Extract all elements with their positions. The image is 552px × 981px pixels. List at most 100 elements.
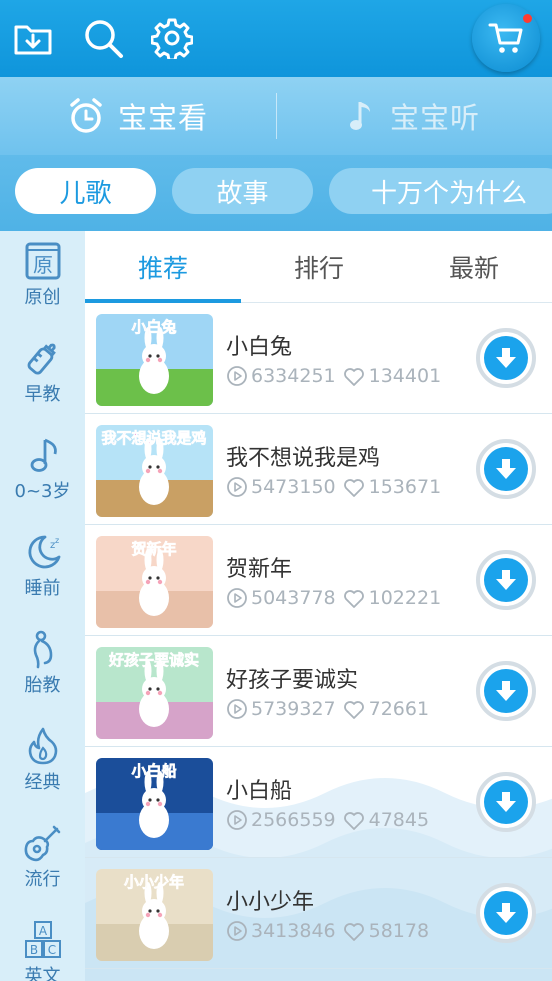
pregnancy-icon (33, 630, 52, 669)
thumbnail-text: 我不想说我是鸡 (101, 429, 206, 447)
download-icon (484, 336, 528, 380)
play-count-icon (227, 588, 247, 608)
download-button[interactable] (476, 772, 536, 832)
list-item[interactable]: 小白兔 小白兔 6334251 134401 (85, 303, 552, 414)
song-title: 小白船 (226, 779, 293, 804)
song-stats: 2566559 47845 (226, 809, 429, 831)
original-book-icon: 原 (25, 242, 60, 280)
play-count: 5739327 (251, 698, 336, 720)
play-count-icon (227, 810, 247, 830)
shopping-cart-button[interactable] (472, 4, 540, 72)
list-item[interactable]: 贺新年 贺新年 5043778 102221 (85, 525, 552, 636)
sidebar-item-prenatal[interactable]: 胎教 (0, 619, 85, 716)
tab-latest[interactable]: 最新 (396, 231, 552, 303)
download-button[interactable] (476, 439, 536, 499)
heart-icon (343, 812, 364, 830)
song-title: 小小少年 (226, 890, 315, 915)
top-bar (0, 0, 552, 77)
tab-ranking[interactable]: 排行 (241, 231, 397, 303)
sidebar-item-label: 0~3岁 (14, 481, 71, 502)
play-count: 6334251 (251, 365, 336, 387)
heart-icon (343, 479, 364, 497)
download-button[interactable] (476, 328, 536, 388)
song-list[interactable]: 小白兔 小白兔 6334251 134401 我不想说我是鸡 我不想说我是鸡 5… (85, 303, 552, 981)
download-button[interactable] (476, 661, 536, 721)
category-pill-stories[interactable]: 故事 (172, 168, 313, 214)
moon-sleep-icon: z z (28, 535, 60, 569)
tab-baby-listen[interactable]: 宝宝听 (276, 77, 552, 155)
download-button[interactable] (476, 883, 536, 943)
sidebar-item-bedtime[interactable]: z z 睡前 (0, 522, 85, 619)
song-title: 好孩子要诚实 (226, 668, 359, 693)
play-count: 3413846 (251, 920, 336, 942)
song-thumbnail[interactable]: 贺新年 (96, 536, 213, 628)
sidebar-item-classic[interactable]: 经典 (0, 716, 85, 813)
sidebar-item-label: 经典 (24, 772, 61, 793)
play-count-icon (227, 699, 247, 719)
song-thumbnail[interactable]: 小小少年 (96, 869, 213, 961)
baby-bottle-icon (27, 343, 56, 375)
song-thumbnail[interactable]: 我不想说我是鸡 (96, 425, 213, 517)
shopping-cart-icon (488, 23, 523, 53)
list-item[interactable]: 我不想说我是鸡 我不想说我是鸡 5473150 153671 (85, 414, 552, 525)
svg-text:A: A (38, 924, 47, 938)
music-note-icon (30, 438, 57, 472)
song-thumbnail[interactable]: 小白船 (96, 758, 213, 850)
download-folder-icon[interactable] (12, 17, 54, 59)
left-sidebar: 原 原创 早教 0~3岁 z z 睡前 胎教 经典 流行 A B C 英文 (0, 231, 85, 981)
song-title: 贺新年 (226, 557, 293, 582)
list-item[interactable]: 小白船 小白船 2566559 47845 (85, 747, 552, 858)
download-icon (484, 780, 528, 824)
play-count: 5473150 (251, 476, 336, 498)
category-pill-songs[interactable]: 儿歌 (15, 168, 156, 214)
svg-text:C: C (47, 943, 55, 957)
thumbnail-text: 小白船 (131, 762, 176, 780)
sub-tab-bar: 推荐 排行 最新 (85, 231, 552, 303)
svg-text:z: z (55, 536, 59, 545)
sidebar-item-early-ed[interactable]: 早教 (0, 328, 85, 425)
sidebar-item-0-3[interactable]: 0~3岁 (0, 425, 85, 522)
tab-recommended[interactable]: 推荐 (85, 231, 241, 303)
sidebar-item-label: 英文 (24, 966, 61, 981)
download-icon (484, 447, 528, 491)
song-thumbnail[interactable]: 好孩子要诚实 (96, 647, 213, 739)
download-icon (484, 669, 528, 713)
like-count: 134401 (368, 365, 442, 387)
song-stats: 5473150 153671 (226, 476, 441, 498)
download-icon (484, 558, 528, 602)
mode-tab-bar: 宝宝看 宝宝听 (0, 77, 552, 155)
alarm-clock-icon (70, 98, 102, 133)
sidebar-item-english[interactable]: A B C 英文 (0, 910, 85, 981)
like-count: 58178 (368, 920, 430, 942)
list-item[interactable]: 好孩子要诚实 好孩子要诚实 5739327 72661 (85, 636, 552, 747)
list-item[interactable]: 小小少年 小小少年 3413846 58178 (85, 858, 552, 969)
song-title: 我不想说我是鸡 (226, 446, 381, 471)
heart-icon (343, 590, 364, 608)
settings-gear-icon[interactable] (150, 17, 194, 62)
download-button[interactable] (476, 550, 536, 610)
category-bar: 儿歌 故事 十万个为什么 (0, 155, 552, 231)
like-count: 102221 (368, 587, 442, 609)
svg-text:原: 原 (33, 253, 53, 277)
search-icon[interactable] (82, 17, 124, 59)
play-count-icon (227, 921, 247, 941)
song-title: 小白兔 (226, 335, 293, 360)
song-thumbnail[interactable]: 小白兔 (96, 314, 213, 406)
thumbnail-text: 小小少年 (124, 873, 184, 891)
like-count: 72661 (368, 698, 430, 720)
song-stats: 3413846 58178 (226, 920, 429, 942)
category-pill-why[interactable]: 十万个为什么 (329, 168, 552, 214)
sidebar-item-original[interactable]: 原 原创 (0, 231, 85, 328)
music-note-icon (349, 102, 370, 130)
like-count: 153671 (368, 476, 442, 498)
svg-text:B: B (29, 943, 37, 957)
heart-icon (343, 368, 364, 386)
sidebar-item-pop[interactable]: 流行 (0, 813, 85, 910)
heart-icon (343, 701, 364, 719)
notification-dot (523, 14, 532, 23)
sidebar-item-label: 流行 (24, 869, 61, 890)
song-stats: 5739327 72661 (226, 698, 429, 720)
tab-label: 宝宝看 (117, 101, 208, 135)
download-icon (484, 891, 528, 935)
tab-baby-watch[interactable]: 宝宝看 (0, 77, 276, 155)
